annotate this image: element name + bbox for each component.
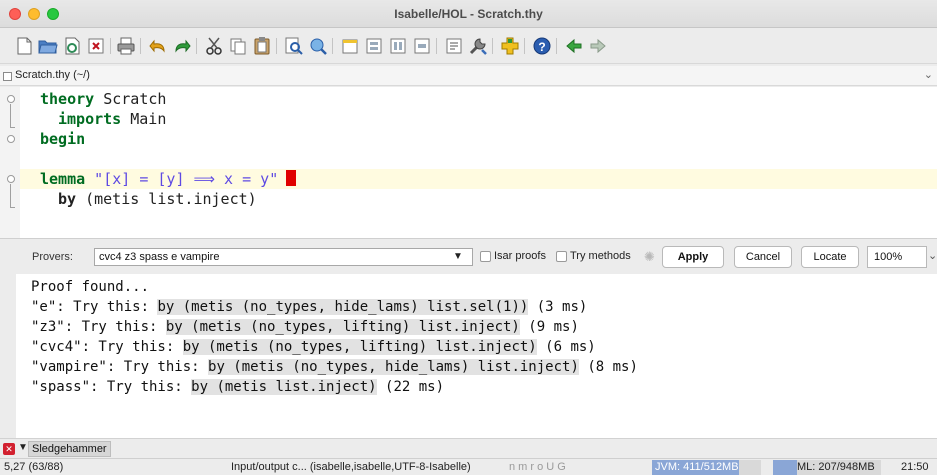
new-view-icon[interactable] [340, 36, 360, 56]
try-methods-checkbox[interactable] [556, 251, 567, 262]
jvm-memory-text: JVM: 411/512MB [655, 461, 739, 473]
buffer-flags: n m r o U G [509, 461, 566, 473]
buffer-checkbox-icon [3, 72, 12, 81]
proof-suggestion[interactable]: by (metis list.inject) [191, 379, 377, 395]
dock-menu-icon[interactable]: ▼ [18, 442, 28, 453]
sledgehammer-dock-tab[interactable]: Sledgehammer [28, 441, 111, 457]
buffer-tab-label: Scratch.thy (~/) [15, 69, 90, 81]
proof-suggestion[interactable]: by (metis (no_types, lifting) list.injec… [182, 339, 537, 355]
code-line: lemma "[x] = [y] ⟹ x = y" [40, 169, 297, 189]
sledgehammer-controls: Provers: cvc4 z3 spass e vampire ▼ Isar … [0, 238, 937, 274]
code-line: begin [40, 130, 86, 148]
output-line: "spass": Try this: by (metis list.inject… [31, 379, 445, 395]
isabelle-window: Isabelle/HOL - Scratch.thy ? Scratch.thy… [0, 0, 937, 475]
reload-icon[interactable] [62, 36, 82, 56]
code-line: imports Main [58, 110, 167, 128]
status-bar: 5,27 (63/88) Input/output c... (isabelle… [0, 458, 937, 475]
proof-suggestion[interactable]: by (metis (no_types, lifting) list.injec… [165, 319, 520, 335]
isar-proofs-label: Isar proofs [494, 250, 546, 262]
new-file-icon[interactable] [14, 36, 34, 56]
proof-suggestion[interactable]: by (metis (no_types, hide_lams) list.inj… [208, 359, 579, 375]
ml-memory-text: ML: 207/948MB [797, 461, 875, 473]
back-icon[interactable] [564, 36, 584, 56]
provers-label: Provers: [32, 251, 73, 263]
clock: 21:50 [901, 461, 929, 473]
buffer-options-icon[interactable] [444, 36, 464, 56]
ml-memory-indicator[interactable]: ML: 207/948MB [773, 460, 881, 475]
close-file-icon[interactable] [86, 36, 106, 56]
fold-marker-icon[interactable] [7, 95, 15, 103]
try-methods-label: Try methods [570, 250, 631, 262]
provers-dropdown-icon[interactable]: ▼ [453, 251, 463, 262]
isar-proofs-checkbox[interactable] [480, 251, 491, 262]
output-line: "vampire": Try this: by (metis (no_types… [31, 359, 638, 375]
fold-gutter[interactable] [0, 87, 20, 238]
main-toolbar: ? [0, 28, 937, 64]
cancel-button[interactable]: Cancel [734, 246, 792, 268]
split-vertical-icon[interactable] [388, 36, 408, 56]
global-options-icon[interactable] [468, 36, 488, 56]
output-line: "z3": Try this: by (metis (no_types, lif… [31, 319, 579, 335]
window-title: Isabelle/HOL - Scratch.thy [394, 7, 543, 21]
text-editor[interactable]: theory Scratch imports Main begin lemma … [0, 87, 937, 238]
unsplit-icon[interactable] [412, 36, 432, 56]
cut-icon[interactable] [204, 36, 224, 56]
title-bar: Isabelle/HOL - Scratch.thy [0, 0, 937, 28]
buffer-list-chevron-icon[interactable]: ⌄ [924, 68, 933, 81]
apply-button[interactable]: Apply [662, 246, 724, 268]
provers-input[interactable]: cvc4 z3 spass e vampire [94, 248, 473, 266]
output-line: "e": Try this: by (metis (no_types, hide… [31, 299, 588, 315]
help-icon[interactable]: ? [532, 36, 552, 56]
ml-memory-fill [773, 460, 797, 475]
copy-icon[interactable] [228, 36, 248, 56]
split-horizontal-icon[interactable] [364, 36, 384, 56]
text-cursor [286, 170, 297, 186]
undo-icon[interactable] [148, 36, 168, 56]
dock-close-icon[interactable]: ✕ [3, 443, 15, 455]
paste-icon[interactable] [252, 36, 272, 56]
progress-spinner-icon: ✺ [644, 249, 655, 264]
forward-icon[interactable] [588, 36, 608, 56]
redo-icon[interactable] [172, 36, 192, 56]
caret-position[interactable]: 5,27 (63/88) [4, 461, 63, 473]
find-in-files-icon[interactable] [308, 36, 328, 56]
print-icon[interactable] [116, 36, 136, 56]
code-line: by (metis list.inject) [58, 190, 257, 208]
find-icon[interactable] [284, 36, 304, 56]
zoom-chevron-icon[interactable]: ⌄ [928, 249, 937, 262]
jvm-memory-indicator[interactable]: JVM: 411/512MB [652, 460, 761, 475]
open-folder-icon[interactable] [38, 36, 58, 56]
bottom-dock: ✕ ▼ Sledgehammer [0, 438, 937, 458]
svg-text:?: ? [538, 40, 545, 54]
fold-marker-icon[interactable] [7, 175, 15, 183]
proof-suggestion[interactable]: by (metis (no_types, hide_lams) list.sel… [157, 299, 529, 315]
output-line: Proof found... [31, 279, 150, 295]
buffer-mode[interactable]: Input/output c... (isabelle,isabelle,UTF… [231, 461, 471, 473]
zoom-select[interactable]: 100% [867, 246, 927, 268]
plugin-manager-icon[interactable] [500, 36, 520, 56]
output-line: "cvc4": Try this: by (metis (no_types, l… [31, 339, 596, 355]
code-line: theory Scratch [40, 90, 167, 108]
sledgehammer-output[interactable]: Proof found... "e": Try this: by (metis … [0, 274, 937, 438]
locate-button[interactable]: Locate [801, 246, 859, 268]
fold-marker-icon[interactable] [7, 135, 15, 143]
buffer-tab[interactable]: Scratch.thy (~/) ⌄ [0, 66, 937, 86]
